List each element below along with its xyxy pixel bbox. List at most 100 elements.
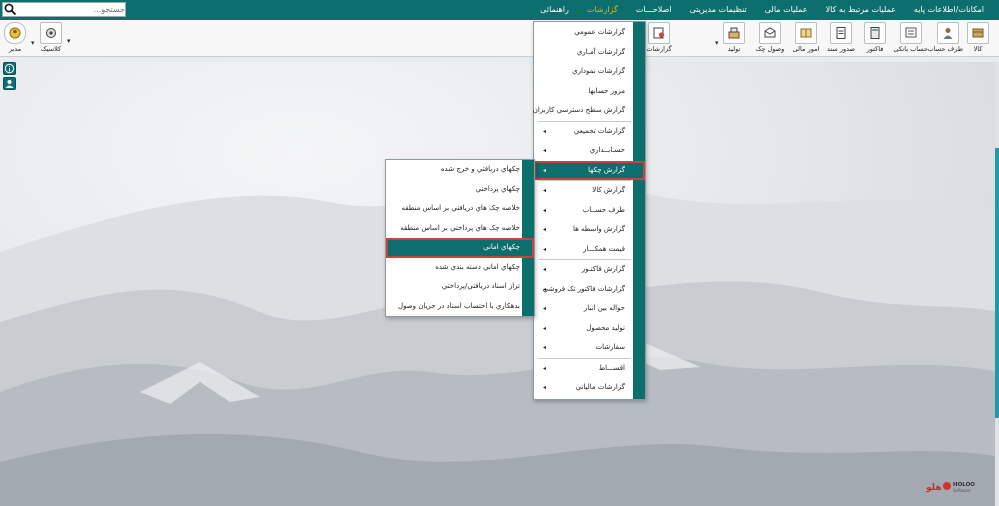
submenu-arrow-icon: ◂ [543,384,547,391]
cheques-report-submenu: چکهاي دريافتي و خرج شده چکهاي پرداختي خلاص… [385,159,535,317]
cheques-submenu-item[interactable]: خلاصه چک هاي پرداختي بر اساس منطقه [386,219,534,239]
cheques-submenu-item[interactable]: چکهاي اماني دسته بندي شده [386,258,534,278]
reports-menu-item[interactable]: سفارشات ◂ [534,338,645,358]
toolbar-label: مدیر [8,45,22,53]
toolbar-button-finance[interactable]: امور مالی [791,22,821,54]
reports-menu-item[interactable]: گزارشات فاکتور تک فروشي ◂ [534,280,645,300]
cheque-icon [759,22,781,44]
reports-menu-item[interactable]: گزارشات مالياتي ◂ [534,378,645,398]
search-icon[interactable] [4,3,17,16]
reports-menu-item[interactable]: حسـابــداري ◂ [534,141,645,161]
menubar-item[interactable]: اصلاحـــات [627,0,681,20]
reports-dropdown-menu: گزارشات عمومي گزارشات آمـاري گزارشات نمودا… [533,21,646,400]
menu-item-label: گزارشات آمـاري [576,47,625,56]
chevron-down-icon[interactable]: ▾ [31,39,35,47]
menubar-item[interactable]: عملیات مرتبط به کالا [817,0,905,20]
reports-menu-item[interactable]: گزارشات عمومي [534,23,645,43]
submenu-arrow-icon: ◂ [543,364,547,372]
cheques-submenu-item[interactable]: چکهاي اماني [386,238,534,258]
menu-item-label: توليد محصول [586,323,625,332]
menu-item-label: گزارش سطح دسترسي کاربران [532,106,625,114]
menu-item-label: سفارشات [595,343,625,351]
toolbar-label: کلاسیک [40,45,62,53]
toolbar-label: تولید [727,45,741,53]
menubar-item[interactable]: گزارشات [578,0,627,20]
scrollbar-thumb[interactable] [995,148,999,418]
reports-menu-item[interactable]: طرف حســاب ◂ [534,201,645,221]
toolbar-button-goods[interactable]: کالا [965,22,991,54]
submenu-arrow-icon: ◂ [543,324,547,332]
reports-menu-item[interactable]: گزارشات نموداري [534,62,645,82]
menubar-item[interactable]: تنظیمات مدیریتی [681,0,756,20]
toolbar-button-account-party[interactable]: طرف حساب [928,22,963,54]
calculator-icon [864,22,886,44]
cheques-submenu-item[interactable]: تراز اسناد دريافتي/پرداختي [386,277,534,297]
menu-item-label: قيمت همکـــار [583,244,625,253]
cheques-submenu-item[interactable]: خلاصه چک هاي دريافتي بر اساس منطقه [386,199,534,219]
reports-menu-item[interactable]: گزارشات تجميعي ◂ [534,122,645,142]
chevron-down-icon[interactable]: ▾ [715,39,719,47]
reports-menu-item[interactable]: گزارشات آمـاري [534,43,645,63]
menubar-item[interactable]: عملیات مالی [756,0,817,20]
document-icon [830,22,852,44]
reports-menu-item[interactable]: مرور حسابها [534,82,645,102]
menu-item-label: چکهاي دريافتي و خرج شده [440,165,520,173]
toolbar-label: گزارشات [646,45,672,53]
reports-menu-item[interactable]: گزارش سطح دسترسي کاربران [532,101,645,121]
toolbar-button-reports[interactable]: گزارشات ▾ [639,22,676,54]
menu-item-label: گزارش واسطه ها [572,225,625,233]
manager-icon [4,22,26,44]
cheques-submenu-item[interactable]: بدهکاري با احتساب اسناد در جريان وصول [386,297,534,317]
reports-menu-item[interactable]: گزارش فاکتـور ◂ [534,260,645,280]
box-icon [967,22,989,44]
logo-fa-text: هلو [926,483,942,493]
submenu-arrow-icon: ◂ [543,147,547,154]
reports-menu-item[interactable]: حواله بين انبار ◂ [534,299,645,319]
bank-icon [900,22,922,44]
menu-item-label: تراز اسناد دريافتي/پرداختي [441,282,520,290]
reports-menu-item[interactable]: توليد محصول ◂ [534,319,645,339]
reports-menu-item[interactable]: اقســـاط ◂ [534,359,645,379]
menu-item-label: گزارشات فاکتور تک فروشي [542,284,625,293]
logo-sub-text: Software [953,488,971,493]
chevron-down-icon[interactable]: ▾ [67,37,71,45]
menu-item-label: بدهکاري با احتساب اسناد در جريان وصول [397,301,520,310]
menubar-item[interactable]: راهنمائی [531,0,578,20]
toolbar-label: حساب بانکی [893,45,928,53]
menu-item-label: خلاصه چک هاي دريافتي بر اساس منطقه [401,204,520,212]
submenu-arrow-icon: ◂ [543,206,547,214]
person-icon [937,22,959,44]
submenu-arrow-icon: ◂ [543,305,547,312]
submenu-arrow-icon: ◂ [543,344,547,351]
production-icon [723,22,745,44]
reports-menu-item[interactable]: گزارش واسطه ها ◂ [534,220,645,240]
reports-menu-item[interactable]: قيمت همکـــار ◂ [534,240,645,260]
submenu-arrow-icon: ◂ [543,285,547,293]
toolbar-button-issue-document[interactable]: صدور سند [826,22,856,54]
menubar-item[interactable]: امکانات/اطلاعات پایه [905,0,993,20]
toolbar-button-production[interactable]: تولید ▾ [715,22,751,54]
toolbar-label: امور مالی [792,45,820,53]
main-toolbar: کالا طرف حساب حساب بانکی فاکتور صدور سند… [0,20,999,57]
menu-item-label: چکهاي اماني [483,243,520,251]
menu-item-label: حسـابــداري [589,146,625,154]
menu-item-label: خلاصه چک هاي پرداختي بر اساس منطقه [400,223,520,232]
cheques-submenu-item[interactable]: چکهاي پرداختي [386,180,534,200]
menu-item-label: گزارشات مالياتي [575,383,625,391]
menu-item-label: حواله بين انبار [583,304,625,312]
reports-menu-item[interactable]: گزارش کالا ◂ [534,181,645,201]
reports-menu-item[interactable]: گزارش چکها ◂ [534,160,645,180]
menu-item-label: گزارشات نموداري [572,67,625,75]
search-input[interactable] [17,3,127,16]
menu-item-label: اقســـاط [598,363,625,372]
toolbar-button-manager[interactable]: مدیر [3,22,27,54]
user-panel-icon[interactable] [3,77,16,90]
search-box [2,2,127,17]
info-icon[interactable] [3,62,16,75]
toolbar-button-bank-account[interactable]: حساب بانکی [893,22,928,54]
toolbar-button-invoice[interactable]: فاکتور [861,22,889,54]
toolbar-button-cheque-collection[interactable]: وصول چک [753,22,787,54]
cheques-submenu-item[interactable]: چکهاي دريافتي و خرج شده [386,160,534,180]
menu-item-label: گزارشات عمومي [574,28,625,36]
toolbar-button-classic[interactable]: کلاسیک ▾ [31,22,66,54]
